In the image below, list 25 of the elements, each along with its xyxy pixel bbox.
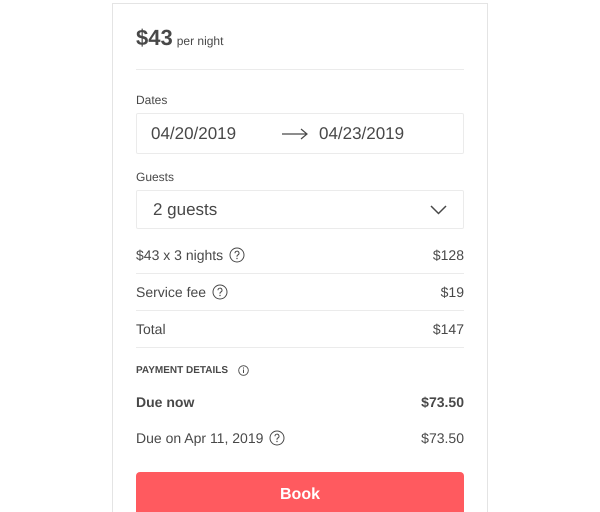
arrow-right-icon xyxy=(281,128,309,140)
charge-label: $43 x 3 nights xyxy=(136,246,224,265)
help-icon[interactable] xyxy=(269,430,286,446)
charge-amount: $147 xyxy=(432,320,464,338)
dates-field[interactable]: 04/20/2019 04/23/2019 xyxy=(136,113,464,154)
dates-label: Dates xyxy=(136,92,168,109)
info-icon[interactable] xyxy=(238,365,250,376)
charge-label: Service fee xyxy=(136,282,206,302)
payment-amount: $73.50 xyxy=(421,428,464,448)
guests-label: Guests xyxy=(136,169,176,186)
chevron-down-icon xyxy=(430,204,447,214)
payment-amount: $73.50 xyxy=(421,392,464,412)
check-out-date[interactable]: 04/23/2019 xyxy=(319,120,404,146)
charge-label: Total xyxy=(136,320,166,338)
help-icon[interactable] xyxy=(229,247,246,263)
charge-amount: $128 xyxy=(432,246,464,264)
guests-select[interactable]: 2 guests xyxy=(136,190,464,229)
help-icon[interactable] xyxy=(212,284,228,300)
payment-label: Due now xyxy=(136,392,194,412)
check-in-date[interactable]: 04/20/2019 xyxy=(151,120,281,146)
payment-label: Due on Apr 11, 2019 xyxy=(136,428,264,448)
charge-amount: $19 xyxy=(440,282,464,302)
payment-details-heading: PAYMENT DETAILS xyxy=(136,364,228,378)
nightly-price: $43 xyxy=(136,24,173,52)
price-unit: per night xyxy=(176,33,224,50)
